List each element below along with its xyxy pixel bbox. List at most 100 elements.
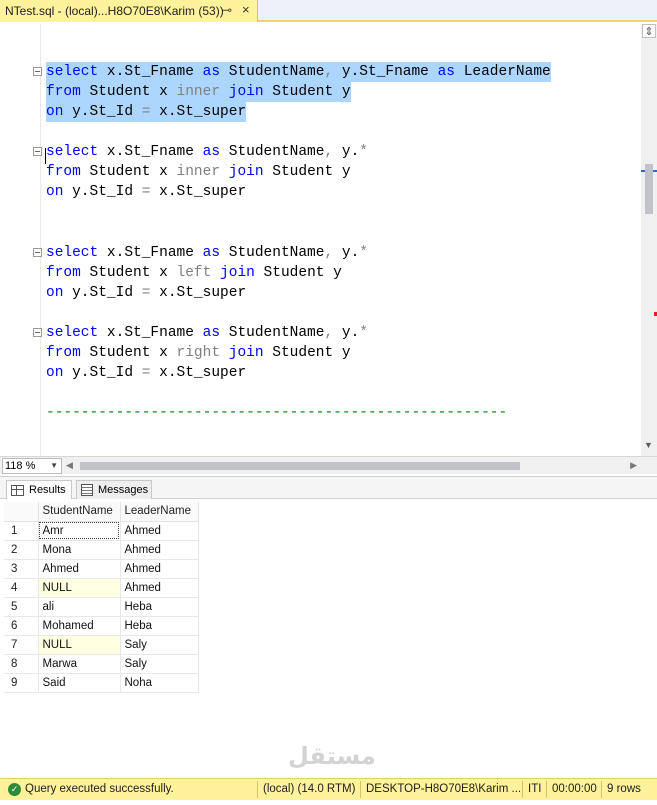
vertical-scroll-thumb[interactable] xyxy=(645,164,653,214)
split-icon[interactable]: ⇕ xyxy=(642,24,656,38)
code-line: from Student x left join Student y xyxy=(46,263,342,283)
code-token: x.St_super xyxy=(150,285,247,301)
results-header-row: StudentName LeaderName xyxy=(4,502,199,522)
scroll-down-icon[interactable]: ▼ xyxy=(644,440,653,450)
code-token: left xyxy=(176,265,212,281)
row-number[interactable]: 5 xyxy=(4,597,39,617)
cell-student-name[interactable]: Amr xyxy=(38,521,121,541)
document-tab[interactable]: NTest.sql - (local)...H8O70E8\Karim (53)… xyxy=(0,0,258,22)
table-row[interactable]: 5 ali Heba xyxy=(4,597,199,617)
editor-horizontal-scrollbar[interactable]: ◀ ▶ xyxy=(66,458,641,474)
table-row[interactable]: 6 Mohamed Heba xyxy=(4,616,199,636)
code-token: x.St_Fname xyxy=(98,144,203,160)
code-token: y. xyxy=(333,144,360,160)
code-token: from xyxy=(46,164,81,180)
row-number[interactable]: 7 xyxy=(4,635,39,655)
row-number[interactable]: 1 xyxy=(4,521,39,541)
table-row[interactable]: 1 Amr Ahmed xyxy=(4,521,199,541)
table-row[interactable]: 4 NULL Ahmed xyxy=(4,578,199,598)
table-row[interactable]: 7 NULL Saly xyxy=(4,635,199,655)
cell-leader-name[interactable]: Ahmed xyxy=(120,521,199,541)
row-number-header[interactable] xyxy=(4,502,39,522)
messages-icon xyxy=(81,484,93,496)
code-token: as xyxy=(437,64,455,80)
code-token: Student y xyxy=(254,265,342,281)
cell-leader-name[interactable]: Heba xyxy=(120,597,199,617)
tab-results[interactable]: Results xyxy=(6,480,72,499)
table-row[interactable]: 9 Said Noha xyxy=(4,673,199,693)
close-icon[interactable]: × xyxy=(242,2,256,17)
editor-bottom-bar: 118 % ▼ ◀ ▶ xyxy=(0,456,657,474)
collapse-icon[interactable] xyxy=(33,147,42,156)
cell-student-name[interactable]: ali xyxy=(38,597,121,617)
status-database: ITI xyxy=(528,783,542,795)
code-token: StudentName xyxy=(220,245,325,261)
cell-student-name[interactable]: Said xyxy=(38,673,121,693)
cell-student-name[interactable]: NULL xyxy=(38,578,121,598)
cell-leader-name[interactable]: Ahmed xyxy=(120,540,199,560)
code-token: * xyxy=(359,144,368,160)
status-divider xyxy=(360,781,361,798)
code-token: from xyxy=(46,265,81,281)
query-editor[interactable]: select x.St_Fname as StudentName, y.St_F… xyxy=(0,24,641,456)
cell-leader-name[interactable]: Ahmed xyxy=(120,559,199,579)
row-number[interactable]: 4 xyxy=(4,578,39,598)
collapse-icon[interactable] xyxy=(33,248,42,257)
code-token: * xyxy=(359,325,368,341)
code-token: select xyxy=(46,144,99,160)
cell-leader-name[interactable]: Noha xyxy=(120,673,199,693)
cell-leader-name[interactable]: Heba xyxy=(120,616,199,636)
cell-student-name[interactable]: Mona xyxy=(38,540,121,560)
collapse-icon[interactable] xyxy=(33,67,42,76)
code-token: Student y xyxy=(263,164,351,180)
row-number[interactable]: 2 xyxy=(4,540,39,560)
code-line: on y.St_Id = x.St_super xyxy=(46,363,246,383)
cell-student-name[interactable]: NULL xyxy=(38,635,121,655)
status-connection: DESKTOP-H8O70E8\Karim ... xyxy=(366,783,522,795)
column-header[interactable]: LeaderName xyxy=(120,502,199,522)
status-server: (local) (14.0 RTM) xyxy=(263,783,356,795)
code-line: select x.St_Fname as StudentName, y.St_F… xyxy=(46,62,551,82)
editor-margin xyxy=(40,24,41,456)
tab-results-label: Results xyxy=(29,484,66,496)
table-row[interactable]: 2 Mona Ahmed xyxy=(4,540,199,560)
pin-icon[interactable]: ⊸ xyxy=(222,3,236,17)
code-token: join xyxy=(228,84,264,100)
code-token: LeaderName xyxy=(455,64,551,80)
code-token: y.St_Fname xyxy=(333,64,438,80)
row-number[interactable]: 6 xyxy=(4,616,39,636)
collapse-icon[interactable] xyxy=(33,328,42,337)
horizontal-scroll-thumb[interactable] xyxy=(80,462,520,470)
cell-leader-name[interactable]: Saly xyxy=(120,654,199,674)
cell-student-name[interactable]: Mohamed xyxy=(38,616,121,636)
editor-vertical-scrollbar[interactable]: ⇕ ▼ xyxy=(641,24,657,456)
cell-student-name[interactable]: Marwa xyxy=(38,654,121,674)
scroll-right-icon[interactable]: ▶ xyxy=(630,460,637,471)
row-number[interactable]: 8 xyxy=(4,654,39,674)
code-token: x.St_Fname xyxy=(98,325,203,341)
cell-leader-name[interactable]: Ahmed xyxy=(120,578,199,598)
code-token: Student y xyxy=(263,345,351,361)
table-row[interactable]: 3 Ahmed Ahmed xyxy=(4,559,199,579)
code-token: y.St_Id xyxy=(63,104,142,120)
zoom-value: 118 % xyxy=(5,460,36,472)
chevron-down-icon: ▼ xyxy=(50,461,58,470)
column-header[interactable]: StudentName xyxy=(38,502,121,522)
tab-messages[interactable]: Messages xyxy=(76,480,152,499)
code-token: join xyxy=(228,164,264,180)
results-grid[interactable]: StudentName LeaderName 1 Amr Ahmed 2 Mona Ahm… xyxy=(4,502,199,693)
code-token: x.St_super xyxy=(150,184,247,200)
comment-line: ----------------------------------------… xyxy=(46,405,508,421)
code-token: as xyxy=(202,144,221,160)
zoom-select[interactable]: 118 % ▼ xyxy=(2,458,62,474)
code-token: join xyxy=(228,345,264,361)
cell-student-name[interactable]: Ahmed xyxy=(38,559,121,579)
row-number[interactable]: 3 xyxy=(4,559,39,579)
scroll-left-icon[interactable]: ◀ xyxy=(66,460,73,471)
tab-messages-label: Messages xyxy=(98,484,149,496)
table-row[interactable]: 8 Marwa Saly xyxy=(4,654,199,674)
cell-leader-name[interactable]: Saly xyxy=(120,635,199,655)
row-number[interactable]: 9 xyxy=(4,673,39,693)
